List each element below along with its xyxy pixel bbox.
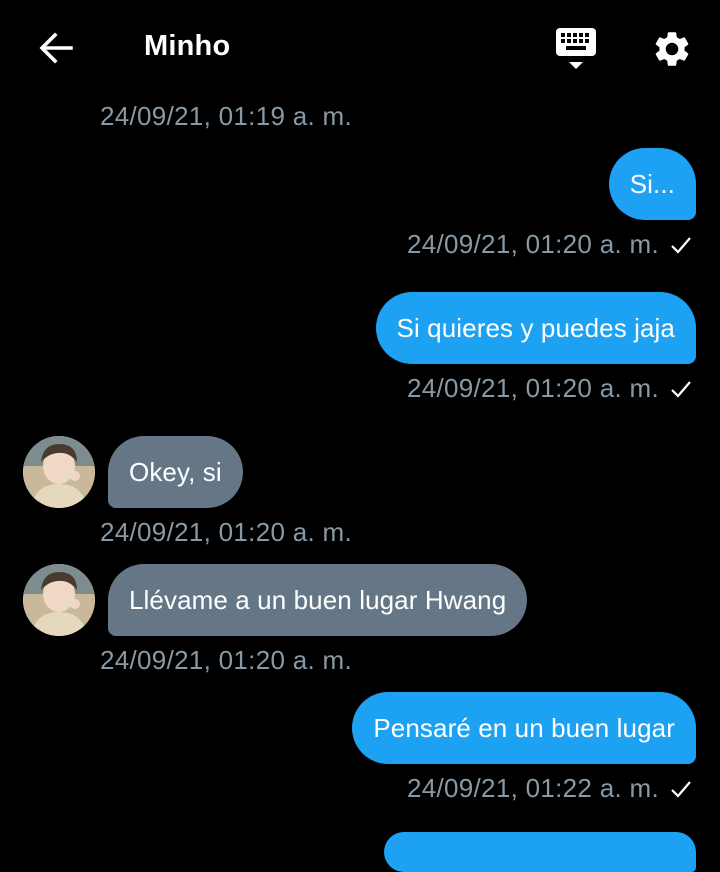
conversation-header: Minho xyxy=(0,0,720,96)
incoming-message-bubble[interactable]: Okey, si xyxy=(108,436,243,508)
incoming-message-bubble[interactable]: Llévame a un buen lugar Hwang xyxy=(108,564,528,636)
keyboard-button[interactable] xyxy=(548,24,604,74)
outgoing-message-bubble-partial[interactable] xyxy=(384,832,696,872)
keyboard-icon xyxy=(556,28,596,69)
outgoing-message-bubble[interactable]: Si... xyxy=(608,148,696,220)
message-meta: 24/09/21, 01:22 a. m. xyxy=(407,773,693,804)
message-timestamp: 24/09/21, 01:20 a. m. xyxy=(406,373,659,403)
message-timestamp: 24/09/21, 01:20 a. m. xyxy=(100,645,353,675)
avatar-photo xyxy=(23,436,95,508)
avatar-photo xyxy=(23,564,95,636)
message-meta: 24/09/21, 01:20 a. m. xyxy=(407,229,693,260)
gear-icon xyxy=(655,32,689,66)
back-button[interactable] xyxy=(30,26,82,70)
settings-button[interactable] xyxy=(644,24,700,74)
conversation-title: Minho xyxy=(144,30,231,62)
message-timestamp: 24/09/21, 01:20 a. m. xyxy=(406,229,659,259)
sent-check-icon xyxy=(671,380,691,398)
avatar[interactable] xyxy=(23,564,95,636)
outgoing-message-bubble[interactable]: Si quieres y puedes jaja xyxy=(375,292,696,364)
avatar[interactable] xyxy=(23,436,95,508)
message-meta: 24/09/21, 01:20 a. m. xyxy=(407,373,693,404)
sent-check-icon xyxy=(671,236,691,254)
sent-check-icon xyxy=(671,780,691,798)
message-timestamp: 24/09/21, 01:20 a. m. xyxy=(100,517,353,547)
message-timestamp: 24/09/21, 01:22 a. m. xyxy=(406,773,659,803)
outgoing-message-bubble[interactable]: Pensaré en un buen lugar xyxy=(352,692,696,764)
arrow-left-icon xyxy=(39,32,73,64)
message-timestamp: 24/09/21, 01:19 a. m. xyxy=(100,101,353,131)
